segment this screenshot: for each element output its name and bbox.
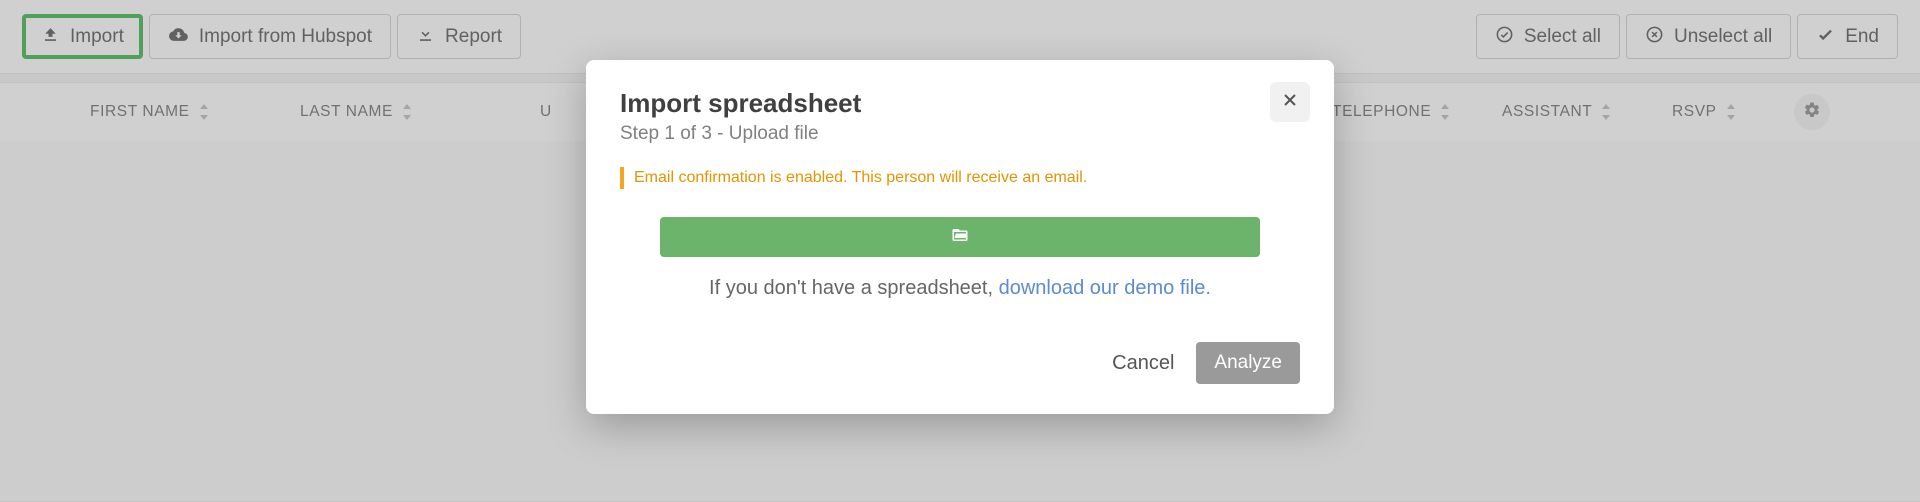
folder-open-icon xyxy=(949,226,971,248)
hint-prefix: If you don't have a spreadsheet, xyxy=(709,277,999,299)
modal-title: Import spreadsheet xyxy=(620,88,1300,119)
modal-subtitle: Step 1 of 3 - Upload file xyxy=(620,123,1300,145)
analyze-button[interactable]: Analyze xyxy=(1196,342,1300,384)
cancel-button[interactable]: Cancel xyxy=(1112,352,1174,375)
modal-warning: Email confirmation is enabled. This pers… xyxy=(620,167,1300,189)
modal-actions: Cancel Analyze xyxy=(620,342,1300,384)
demo-file-link[interactable]: download our demo file. xyxy=(999,277,1211,299)
close-icon xyxy=(1280,90,1300,114)
modal-close-button[interactable] xyxy=(1270,82,1310,122)
modal-overlay: Import spreadsheet Step 1 of 3 - Upload … xyxy=(0,0,1920,502)
modal-hint: If you don't have a spreadsheet, downloa… xyxy=(620,277,1300,300)
upload-file-button[interactable] xyxy=(660,217,1260,257)
import-spreadsheet-modal: Import spreadsheet Step 1 of 3 - Upload … xyxy=(586,60,1334,414)
